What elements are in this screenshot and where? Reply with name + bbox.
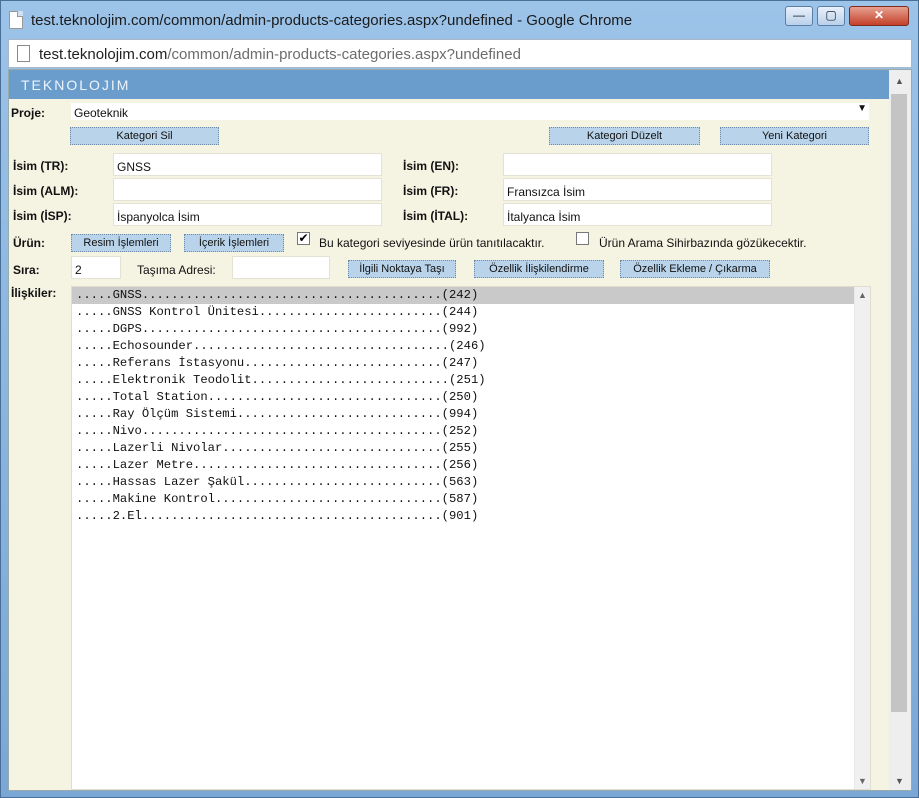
tasima-adresi-label: Taşıma Adresi: xyxy=(137,263,216,277)
address-url[interactable]: test.teknolojim.com/common/admin-product… xyxy=(39,46,521,63)
chevron-down-icon[interactable]: ▼ xyxy=(857,103,867,114)
icerik-islemleri-button[interactable]: İçerik İşlemleri xyxy=(184,234,284,252)
browser-window: test.teknolojim.com/common/admin-product… xyxy=(0,0,919,798)
isim-alm-input[interactable] xyxy=(113,178,382,201)
list-item[interactable]: .....Referans İstasyonu.................… xyxy=(72,355,870,372)
isim-alm-label: İsim (ALM): xyxy=(13,184,79,198)
isim-isp-label: İsim (İSP): xyxy=(13,209,72,223)
page-icon xyxy=(17,45,30,62)
kategori-duzelt-button[interactable]: Kategori Düzelt xyxy=(549,127,700,145)
address-path: /common/admin-products-categories.aspx?u… xyxy=(167,46,521,63)
isim-en-input[interactable] xyxy=(503,153,772,176)
proje-select[interactable]: Geoteknik ▼ xyxy=(71,103,869,120)
list-item[interactable]: .....GNSS Kontrol Ünitesi...............… xyxy=(72,304,870,321)
proje-label: Proje: xyxy=(11,106,46,120)
title-bar[interactable]: test.teknolojim.com/common/admin-product… xyxy=(1,1,919,39)
scrollbar-thumb[interactable] xyxy=(891,94,907,712)
list-item[interactable]: .....Makine Kontrol.....................… xyxy=(72,491,870,508)
isim-fr-label: İsim (FR): xyxy=(403,184,459,198)
sira-label: Sıra: xyxy=(13,263,40,277)
yeni-kategori-button[interactable]: Yeni Kategori xyxy=(720,127,869,145)
list-item[interactable]: .....Lazerli Nivolar....................… xyxy=(72,440,870,457)
window-title: test.teknolojim.com/common/admin-product… xyxy=(31,12,633,29)
isim-ital-input[interactable]: İtalyanca İsim xyxy=(503,203,772,226)
close-button[interactable]: ✕ xyxy=(849,6,909,26)
isim-tr-label: İsim (TR): xyxy=(13,159,69,173)
list-item[interactable]: .....2.El...............................… xyxy=(72,508,870,525)
minimize-button[interactable]: — xyxy=(785,6,813,26)
ozellik-ekleme-cikarma-button[interactable]: Özellik Ekleme / Çıkarma xyxy=(620,260,770,278)
iliskiler-label: İlişkiler: xyxy=(11,286,57,300)
maximize-button[interactable]: ▢ xyxy=(817,6,845,26)
list-item[interactable]: .....Nivo...............................… xyxy=(72,423,870,440)
scroll-down-icon[interactable]: ▼ xyxy=(858,776,867,786)
brand-bar: TEKNOLOJIM xyxy=(9,70,889,99)
tasima-adresi-input[interactable] xyxy=(232,256,330,279)
list-item[interactable]: .....Total Station......................… xyxy=(72,389,870,406)
list-item[interactable]: .....GNSS...............................… xyxy=(72,287,870,304)
arama-sihirbazi-checkbox[interactable] xyxy=(576,232,589,245)
page-scrollbar[interactable]: ▲ ▼ xyxy=(889,70,911,790)
urun-tanitim-label: Bu kategori seviyesinde ürün tanıtılacak… xyxy=(319,236,545,250)
isim-isp-input[interactable]: İspanyolca İsim xyxy=(113,203,382,226)
noktaya-tasi-button[interactable]: İlgili Noktaya Taşı xyxy=(348,260,456,278)
isim-en-label: İsim (EN): xyxy=(403,159,460,173)
list-item[interactable]: .....Echosounder........................… xyxy=(72,338,870,355)
page-content: TEKNOLOJIM Proje: Geoteknik ▼ Kategori S… xyxy=(8,69,912,791)
isim-fr-input[interactable]: Fransızca İsim xyxy=(503,178,772,201)
scroll-down-icon[interactable]: ▼ xyxy=(895,776,904,786)
resim-islemleri-button[interactable]: Resim İşlemleri xyxy=(71,234,171,252)
urun-label: Ürün: xyxy=(13,236,45,250)
isim-tr-input[interactable]: GNSS xyxy=(113,153,382,176)
sira-input[interactable]: 2 xyxy=(71,256,121,279)
scroll-up-icon[interactable]: ▲ xyxy=(858,290,867,300)
brand-logo: TEKNOLOJIM xyxy=(21,77,131,93)
listbox-scrollbar[interactable]: ▲ ▼ xyxy=(854,287,870,789)
iliskiler-rows: .....GNSS...............................… xyxy=(72,287,870,525)
list-item[interactable]: .....Elektronik Teodolit................… xyxy=(72,372,870,389)
iliskiler-listbox[interactable]: .....GNSS...............................… xyxy=(71,286,871,790)
scroll-up-icon[interactable]: ▲ xyxy=(895,76,904,86)
list-item[interactable]: .....Hassas Lazer Şakül.................… xyxy=(72,474,870,491)
urun-tanitim-checkbox[interactable]: ✔ xyxy=(297,232,310,245)
kategori-sil-button[interactable]: Kategori Sil xyxy=(70,127,219,145)
address-host: test.teknolojim.com xyxy=(39,46,168,63)
list-item[interactable]: .....Ray Ölçüm Sistemi..................… xyxy=(72,406,870,423)
arama-sihirbazi-label: Ürün Arama Sihirbazında gözükecektir. xyxy=(599,236,807,250)
proje-select-value: Geoteknik xyxy=(74,106,129,120)
address-bar[interactable]: test.teknolojim.com/common/admin-product… xyxy=(8,39,912,68)
list-item[interactable]: .....Lazer Metre........................… xyxy=(72,457,870,474)
list-item[interactable]: .....DGPS...............................… xyxy=(72,321,870,338)
ozellik-iliskilendirme-button[interactable]: Özellik İlişkilendirme xyxy=(474,260,604,278)
page-icon xyxy=(9,11,23,29)
isim-ital-label: İsim (İTAL): xyxy=(403,209,469,223)
